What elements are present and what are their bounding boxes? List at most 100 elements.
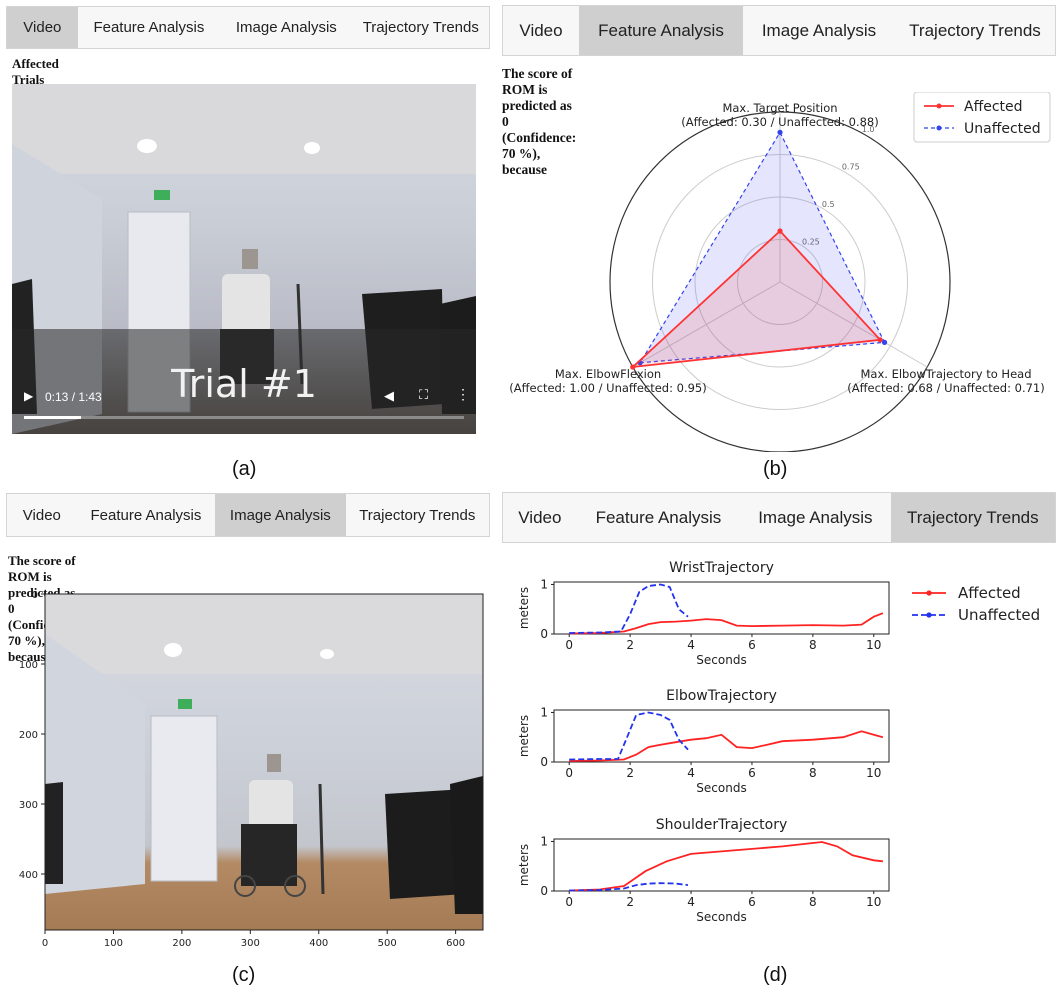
legend-marker [926,590,932,596]
caption-c: (c) [232,964,256,986]
tab-trajectory-trends[interactable]: Trajectory Trends [353,7,489,48]
y-tick-label: 200 [19,730,38,741]
legend-label: Affected [958,584,1021,602]
tab-bar: Video Feature Analysis Image Analysis Tr… [502,5,1056,56]
tab-video[interactable]: Video [7,494,77,536]
x-tick-label: 400 [309,938,328,949]
x-axis-label: Seconds [696,653,746,667]
legend-marker [936,103,942,109]
y-tick-label: 0 [32,590,38,601]
radar-point [877,337,883,343]
tab-bar: Video Feature Analysis Image Analysis Tr… [6,6,490,49]
x-tick-label: 200 [172,938,191,949]
x-tick-label: 6 [748,895,756,909]
legend-marker [936,125,942,131]
x-tick-label: 0 [42,938,48,949]
x-tick-label: 4 [687,638,695,652]
x-tick-label: 300 [241,938,260,949]
more-options-icon[interactable]: ⋮ [456,386,470,403]
fullscreen-icon[interactable]: ⛶ [419,387,428,403]
y-tick-label: 300 [19,800,38,811]
image-frame-border [44,593,484,931]
x-tick-label: 4 [687,766,695,780]
x-tick-label: 100 [104,938,123,949]
legend-marker [926,612,932,618]
tab-bar: Video Feature Analysis Image Analysis Tr… [502,492,1056,543]
chart-elbowtrajectory: ElbowTrajectory 0 2 4 6 8 10 0 1 Seconds meters [517,688,890,795]
tab-trajectory-trends[interactable]: Trajectory Trends [895,6,1055,55]
tab-trajectory-trends[interactable]: Trajectory Trends [890,493,1055,542]
y-tick-label: 0 [540,884,548,898]
plot-area [553,709,890,763]
tab-image-analysis[interactable]: Image Analysis [215,494,346,536]
video-time: 0:13 / 1:43 [45,390,102,404]
tab-feature-analysis[interactable]: Feature Analysis [77,494,215,536]
volume-icon[interactable]: ◀︎ [384,388,394,404]
radar-axis-label: Max. ElbowFlexion [555,367,661,381]
radar-point [777,228,783,234]
legend-label: Unaffected [964,121,1041,137]
x-axis-label: Seconds [696,781,746,795]
x-axis-label: Seconds [696,910,746,924]
tab-feature-analysis[interactable]: Feature Analysis [577,493,740,542]
legend-label: Affected [964,99,1023,115]
caption-a: (a) [232,458,257,480]
caption-d: (d) [763,964,788,986]
x-tick-label: 2 [626,766,634,780]
x-tick-label: 0 [565,895,573,909]
radar-axis-sublabel: (Affected: 1.00 / Unaffected: 0.95) [509,381,706,395]
tab-video[interactable]: Video [503,6,579,55]
radar-tick-label: 0.75 [842,162,860,171]
radar-legend: Affected Unaffected [913,92,1051,143]
chart-title: ShoulderTrajectory [656,817,787,833]
radar-point [881,339,888,345]
y-tick-label: 1 [540,577,548,591]
radar-axis-sublabel: (Affected: 0.30 / Unaffected: 0.88) [681,115,878,129]
image-axes: 0 100 200 300 400 500 600 0 100 200 300 400 [19,590,484,949]
radar-tick-label: 0.5 [822,200,835,209]
tab-video[interactable]: Video [503,493,577,542]
x-tick-label: 500 [378,938,397,949]
x-tick-label: 600 [446,938,465,949]
radar-axis-label: Max. Target Position [722,101,837,115]
tab-bar: Video Feature Analysis Image Analysis Tr… [6,493,490,537]
caption-b: (b) [763,458,788,480]
tab-video[interactable]: Video [7,7,78,48]
chart-shouldertrajectory: ShoulderTrajectory 0 2 4 6 8 10 0 1 Seconds meters [517,817,890,924]
y-axis-label: meters [517,715,531,757]
tab-image-analysis[interactable]: Image Analysis [220,7,352,48]
x-tick-label: 8 [809,766,817,780]
x-tick-label: 6 [748,766,756,780]
x-tick-label: 0 [565,638,573,652]
chart-title: ElbowTrajectory [666,688,777,704]
y-tick-label: 1 [540,834,548,848]
radar-chart: 0.250.50.751.0Max. Target Position(Affec… [509,92,1051,452]
y-tick-label: 100 [19,660,38,671]
y-axis-label: meters [517,844,531,886]
progress-track[interactable] [24,416,464,419]
x-tick-label: 10 [866,638,881,652]
trends-legend: Affected Unaffected [912,584,1040,624]
x-tick-label: 8 [809,895,817,909]
x-tick-label: 2 [626,638,634,652]
tab-image-analysis[interactable]: Image Analysis [743,6,895,55]
x-tick-label: 0 [565,766,573,780]
x-tick-label: 2 [626,895,634,909]
y-axis-label: meters [517,587,531,629]
tab-image-analysis[interactable]: Image Analysis [740,493,890,542]
tab-trajectory-trends[interactable]: Trajectory Trends [346,494,489,536]
video-player[interactable]: Trial #1 ▶ 0:13 / 1:43 ◀︎ ⛶ ⋮ [12,84,476,434]
y-tick-label: 0 [540,755,548,769]
tab-feature-analysis[interactable]: Feature Analysis [579,6,743,55]
y-tick-label: 1 [540,705,548,719]
x-tick-label: 6 [748,638,756,652]
radar-point [777,129,783,135]
x-tick-label: 10 [866,895,881,909]
tab-feature-analysis[interactable]: Feature Analysis [78,7,220,48]
play-button[interactable]: ▶ [24,389,33,403]
x-tick-label: 4 [687,895,695,909]
y-tick-label: 0 [540,627,548,641]
chart-wristtrajectory: WristTrajectory 0 2 4 6 8 10 0 1 Seconds meters [517,560,890,667]
y-tick-label: 400 [19,870,38,881]
x-tick-label: 10 [866,766,881,780]
